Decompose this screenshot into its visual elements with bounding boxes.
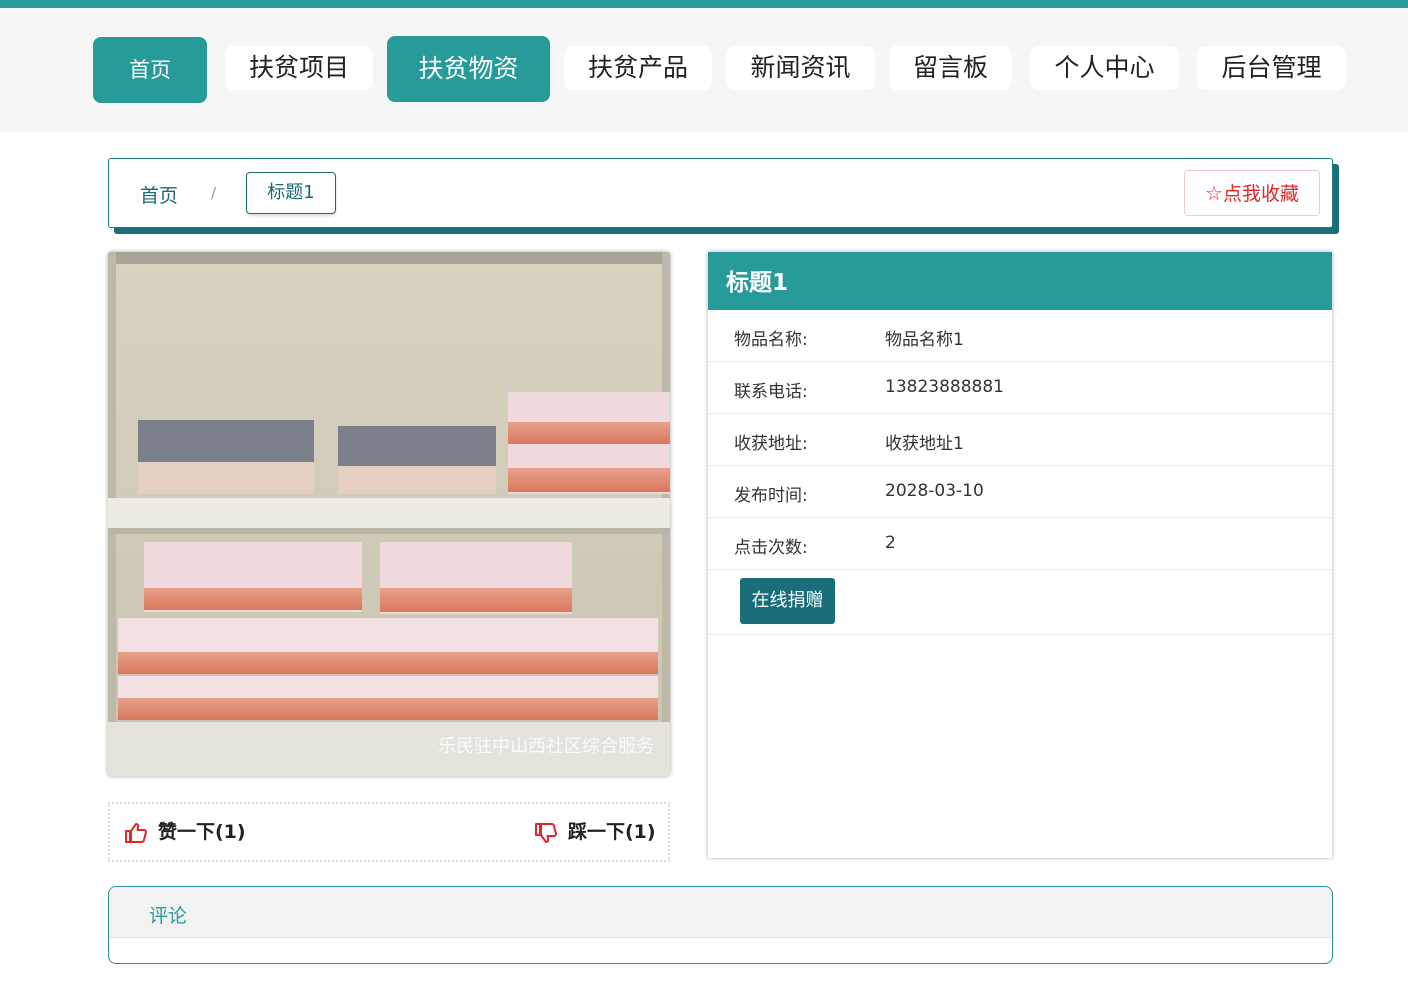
favorite-button[interactable]: ☆点我收藏 (1184, 170, 1320, 216)
star-outline-icon: ☆ (1205, 181, 1223, 205)
detail-title: 标题1 (708, 252, 1332, 310)
product-photo-illustration: 乐民驻中山西社区综合服务 (108, 252, 670, 776)
nav-item-news[interactable]: 新闻资讯 (726, 46, 875, 90)
detail-panel: 标题1 物品名称: 物品名称1 联系电话: 13823888881 收获地址: … (708, 252, 1332, 858)
detail-row-publish-time: 发布时间: 2028-03-10 (708, 466, 1332, 518)
detail-row-label: 收获地址: (734, 434, 808, 454)
like-label: 赞一下(1) (158, 821, 246, 843)
favorite-button-label: 点我收藏 (1222, 183, 1299, 205)
breadcrumb-home-link[interactable]: 首页 (140, 181, 178, 208)
vote-bar: 赞一下(1) 踩一下(1) (108, 802, 670, 862)
detail-row-click-count: 点击次数: 2 (708, 518, 1332, 570)
nav-item-admin[interactable]: 后台管理 (1197, 46, 1346, 90)
top-accent-bar (0, 0, 1408, 8)
detail-row-label: 点击次数: (734, 538, 808, 558)
breadcrumb-current: 标题1 (246, 172, 336, 214)
breadcrumb: 首页 / 标题1 ☆点我收藏 (108, 158, 1333, 228)
donate-online-button[interactable]: 在线捐赠 (740, 578, 835, 624)
photo-watermark: 乐民驻中山西社区综合服务 (438, 736, 654, 757)
donate-row: 在线捐赠 (708, 570, 1332, 635)
nav-item-home[interactable]: 首页 (93, 37, 207, 103)
comments-tab[interactable]: 评论 (149, 901, 187, 928)
detail-row-value: 2 (885, 533, 896, 553)
nav-item-poverty-projects[interactable]: 扶贫项目 (225, 46, 373, 90)
thumbs-down-icon (535, 822, 557, 843)
dislike-button[interactable]: 踩一下(1) (534, 818, 656, 846)
detail-row-value: 13823888881 (885, 377, 1004, 397)
detail-row-label: 发布时间: (734, 486, 808, 506)
detail-row-value: 收获地址1 (885, 434, 964, 454)
nav-item-poverty-products[interactable]: 扶贫产品 (564, 46, 712, 90)
like-button[interactable]: 赞一下(1) (124, 818, 246, 846)
nav-item-personal-center[interactable]: 个人中心 (1030, 46, 1179, 90)
product-photo: 乐民驻中山西社区综合服务 (108, 252, 670, 776)
detail-row-value: 物品名称1 (885, 330, 964, 350)
detail-row-address: 收获地址: 收获地址1 (708, 414, 1332, 466)
nav-item-poverty-supplies[interactable]: 扶贫物资 (387, 36, 550, 102)
comments-tab-bar: 评论 (109, 887, 1332, 938)
detail-row-label: 物品名称: (734, 330, 808, 350)
dislike-label: 踩一下(1) (568, 821, 656, 843)
detail-row-item-name: 物品名称: 物品名称1 (708, 310, 1332, 362)
header-nav: 首页 扶贫项目 扶贫物资 扶贫产品 新闻资讯 留言板 个人中心 后台管理 (0, 8, 1408, 132)
thumbs-up-icon (125, 822, 147, 843)
detail-row-phone: 联系电话: 13823888881 (708, 362, 1332, 414)
detail-row-value: 2028-03-10 (885, 481, 984, 501)
nav-item-message-board[interactable]: 留言板 (889, 46, 1012, 90)
comments-section: 评论 (108, 886, 1333, 964)
breadcrumb-separator: / (211, 184, 217, 202)
detail-row-label: 联系电话: (734, 382, 808, 402)
